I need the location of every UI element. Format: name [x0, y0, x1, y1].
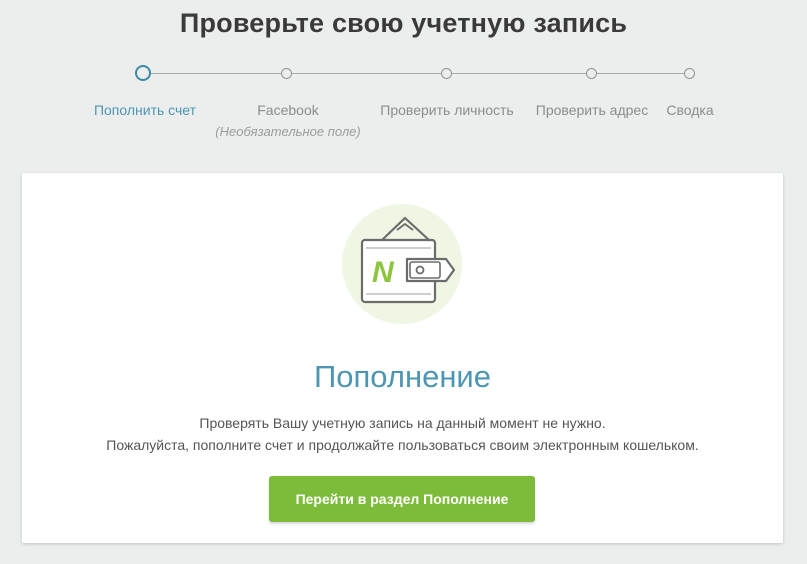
step-2-dot[interactable]: [281, 68, 292, 79]
stepper-line: [145, 73, 690, 74]
svg-text:N: N: [372, 256, 395, 289]
wallet-icon: N: [360, 216, 456, 304]
step-4-dot[interactable]: [586, 68, 597, 79]
step-2-optional-note: (Необязательное поле): [215, 124, 361, 139]
page-title: Проверьте свою учетную запись: [179, 8, 628, 38]
step-1-label[interactable]: Пополнить счет: [94, 102, 196, 118]
description-line-2: Пожалуйста, пополните счет и продолжайте…: [106, 437, 699, 453]
step-4-label[interactable]: Проверить адрес: [536, 102, 648, 118]
step-5-dot[interactable]: [684, 68, 695, 79]
step-5-label[interactable]: Сводка: [666, 102, 713, 118]
step-3-dot[interactable]: [441, 68, 452, 79]
wallet-icon-circle: N: [342, 204, 462, 324]
go-to-topup-button[interactable]: Перейти в раздел Пополнение: [269, 476, 535, 522]
step-1-dot[interactable]: [135, 65, 151, 81]
section-heading: Пополнение: [314, 359, 491, 394]
step-3-label[interactable]: Проверить личность: [380, 102, 513, 118]
description-line-1: Проверять Вашу учетную запись на данный …: [199, 415, 606, 431]
topup-card: N Пополнение Проверять Вашу учетную запи…: [22, 173, 783, 543]
step-2-label[interactable]: Facebook: [257, 102, 318, 118]
